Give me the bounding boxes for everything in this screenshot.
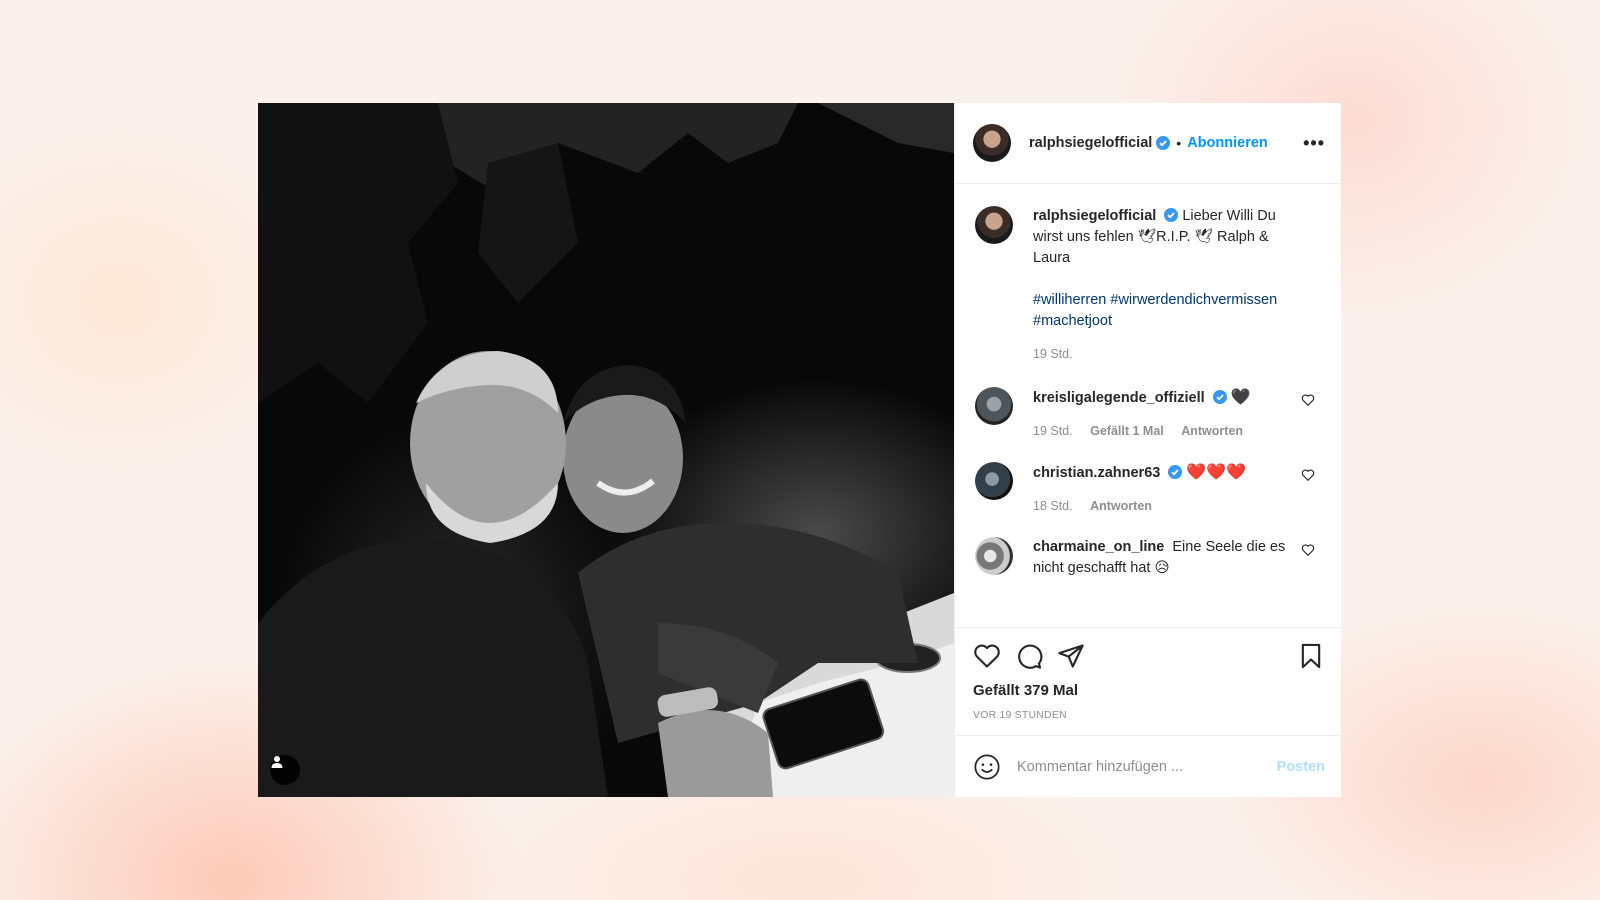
comment-input[interactable] — [1017, 758, 1277, 775]
author-username[interactable]: ralphsiegelofficial — [1029, 135, 1152, 151]
follow-button[interactable]: Abonnieren — [1187, 135, 1268, 151]
avatar[interactable] — [973, 124, 1011, 162]
heart-icon[interactable] — [1301, 393, 1315, 407]
smiley-icon[interactable] — [973, 753, 1001, 781]
tag-people-button[interactable] — [270, 755, 300, 785]
post-caption: ralphsiegelofficial Lieber Willi Du wirs… — [975, 206, 1323, 365]
avatar[interactable] — [975, 462, 1013, 500]
comment-item: christian.zahner63 ❤️❤️❤️ 18 Std. Antwor… — [975, 462, 1323, 517]
comment-likes[interactable]: Gefällt 1 Mal — [1090, 424, 1164, 438]
comment-item: kreisligalegende_offiziell 🖤 19 Std. Gef… — [975, 387, 1323, 442]
paper-plane-icon[interactable] — [1057, 642, 1085, 670]
comment-item: charmaine_on_line Eine Seele die es nich… — [975, 537, 1323, 579]
add-comment-bar: Posten — [955, 735, 1341, 797]
comment-time: 18 Std. — [1033, 499, 1073, 513]
reply-button[interactable]: Antworten — [1090, 499, 1152, 513]
likes-count[interactable]: Gefällt 379 Mal — [973, 682, 1325, 699]
avatar[interactable] — [975, 206, 1013, 244]
caption-time: 19 Std. — [1033, 347, 1073, 361]
verified-badge-icon — [1156, 136, 1171, 150]
post-photo[interactable] — [258, 103, 954, 797]
heart-icon[interactable] — [1301, 468, 1315, 482]
comment-bubble-icon[interactable] — [1015, 642, 1043, 670]
caption-hashtags: #williherren #wirwerdendichvermissen #ma… — [1033, 290, 1308, 332]
avatar[interactable] — [975, 537, 1013, 575]
verified-badge-icon — [1212, 390, 1227, 404]
more-options-icon[interactable]: ••• — [1303, 133, 1325, 154]
photo-illustration — [258, 103, 954, 797]
post-actions: Gefällt 379 Mal VOR 19 STUNDEN — [955, 627, 1341, 735]
hashtag-link[interactable]: #machetjoot — [1033, 313, 1112, 329]
heart-icon[interactable] — [973, 642, 1001, 670]
instagram-post: ralphsiegelofficial • Abonnieren ••• ral… — [258, 103, 1341, 797]
comment-username[interactable]: kreisligalegende_offiziell — [1033, 390, 1205, 406]
comment-text: ❤️❤️❤️ — [1186, 464, 1247, 481]
post-timestamp: VOR 19 STUNDEN — [973, 709, 1067, 721]
hashtag-link[interactable]: #williherren — [1033, 292, 1106, 308]
comment-username[interactable]: charmaine_on_line — [1033, 539, 1164, 555]
separator-dot: • — [1176, 135, 1182, 151]
heart-icon[interactable] — [1301, 543, 1315, 557]
user-tag-icon — [271, 756, 283, 768]
post-sidebar: ralphsiegelofficial • Abonnieren ••• ral… — [954, 103, 1341, 797]
verified-badge-icon — [1164, 208, 1179, 222]
post-header: ralphsiegelofficial • Abonnieren ••• — [955, 103, 1341, 184]
bookmark-icon[interactable] — [1297, 642, 1325, 670]
comment-username[interactable]: christian.zahner63 — [1033, 465, 1160, 481]
verified-badge-icon — [1168, 465, 1183, 479]
comments-section[interactable]: ralphsiegelofficial Lieber Willi Du wirs… — [955, 184, 1341, 627]
comment-time: 19 Std. — [1033, 424, 1073, 438]
hashtag-link[interactable]: #wirwerdendichvermissen — [1110, 292, 1277, 308]
reply-button[interactable]: Antworten — [1181, 424, 1243, 438]
comment-text: 🖤 — [1230, 389, 1251, 406]
post-comment-button[interactable]: Posten — [1277, 759, 1325, 775]
caption-username[interactable]: ralphsiegelofficial — [1033, 208, 1156, 224]
avatar[interactable] — [975, 387, 1013, 425]
